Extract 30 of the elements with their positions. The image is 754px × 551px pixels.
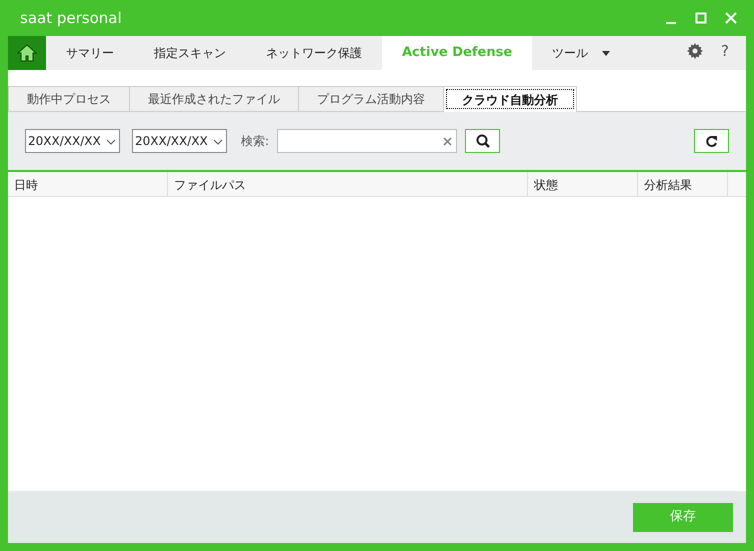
search-field[interactable] [277, 129, 458, 153]
help-button[interactable]: ? [710, 36, 740, 66]
refresh-icon [705, 134, 718, 148]
date-dropdown[interactable]: 20XX/XX/XX [25, 129, 120, 153]
search-button[interactable] [465, 129, 500, 153]
home-icon [17, 44, 37, 62]
nav-tab[interactable]: ネットワーク保護 [246, 36, 382, 70]
window-title: saat personal [19, 8, 123, 29]
nav-tab[interactable]: サマリー [46, 36, 134, 70]
column-header[interactable]: 分析結果 [638, 172, 728, 196]
clear-icon[interactable] [443, 136, 452, 146]
home-button[interactable] [8, 36, 46, 70]
sub-tab[interactable]: クラウド自動分析 [443, 86, 577, 112]
chevron-icon [106, 138, 116, 145]
minimize-icon [666, 22, 676, 24]
nav-tab[interactable]: 指定スキャン [134, 36, 246, 70]
column-header[interactable]: 状態 [528, 172, 638, 196]
column-header[interactable]: ファイルパス [168, 172, 528, 196]
search-icon [476, 134, 490, 148]
sub-tab[interactable]: プログラム活動内容 [298, 86, 444, 111]
chevron-icon [213, 138, 223, 145]
close-icon [725, 12, 737, 24]
refresh-button[interactable] [694, 129, 729, 153]
maximize-icon [695, 12, 707, 24]
sub-tab[interactable]: 最近作成されたファイル [129, 86, 299, 111]
column-header[interactable]: 日時 [8, 172, 168, 196]
date-dropdown[interactable]: 20XX/XX/XX [132, 129, 227, 153]
nav-tab[interactable]: ツール [532, 36, 630, 70]
sub-tab[interactable]: 動作中プロセス [8, 86, 130, 111]
search-label: 検索: [241, 133, 270, 150]
